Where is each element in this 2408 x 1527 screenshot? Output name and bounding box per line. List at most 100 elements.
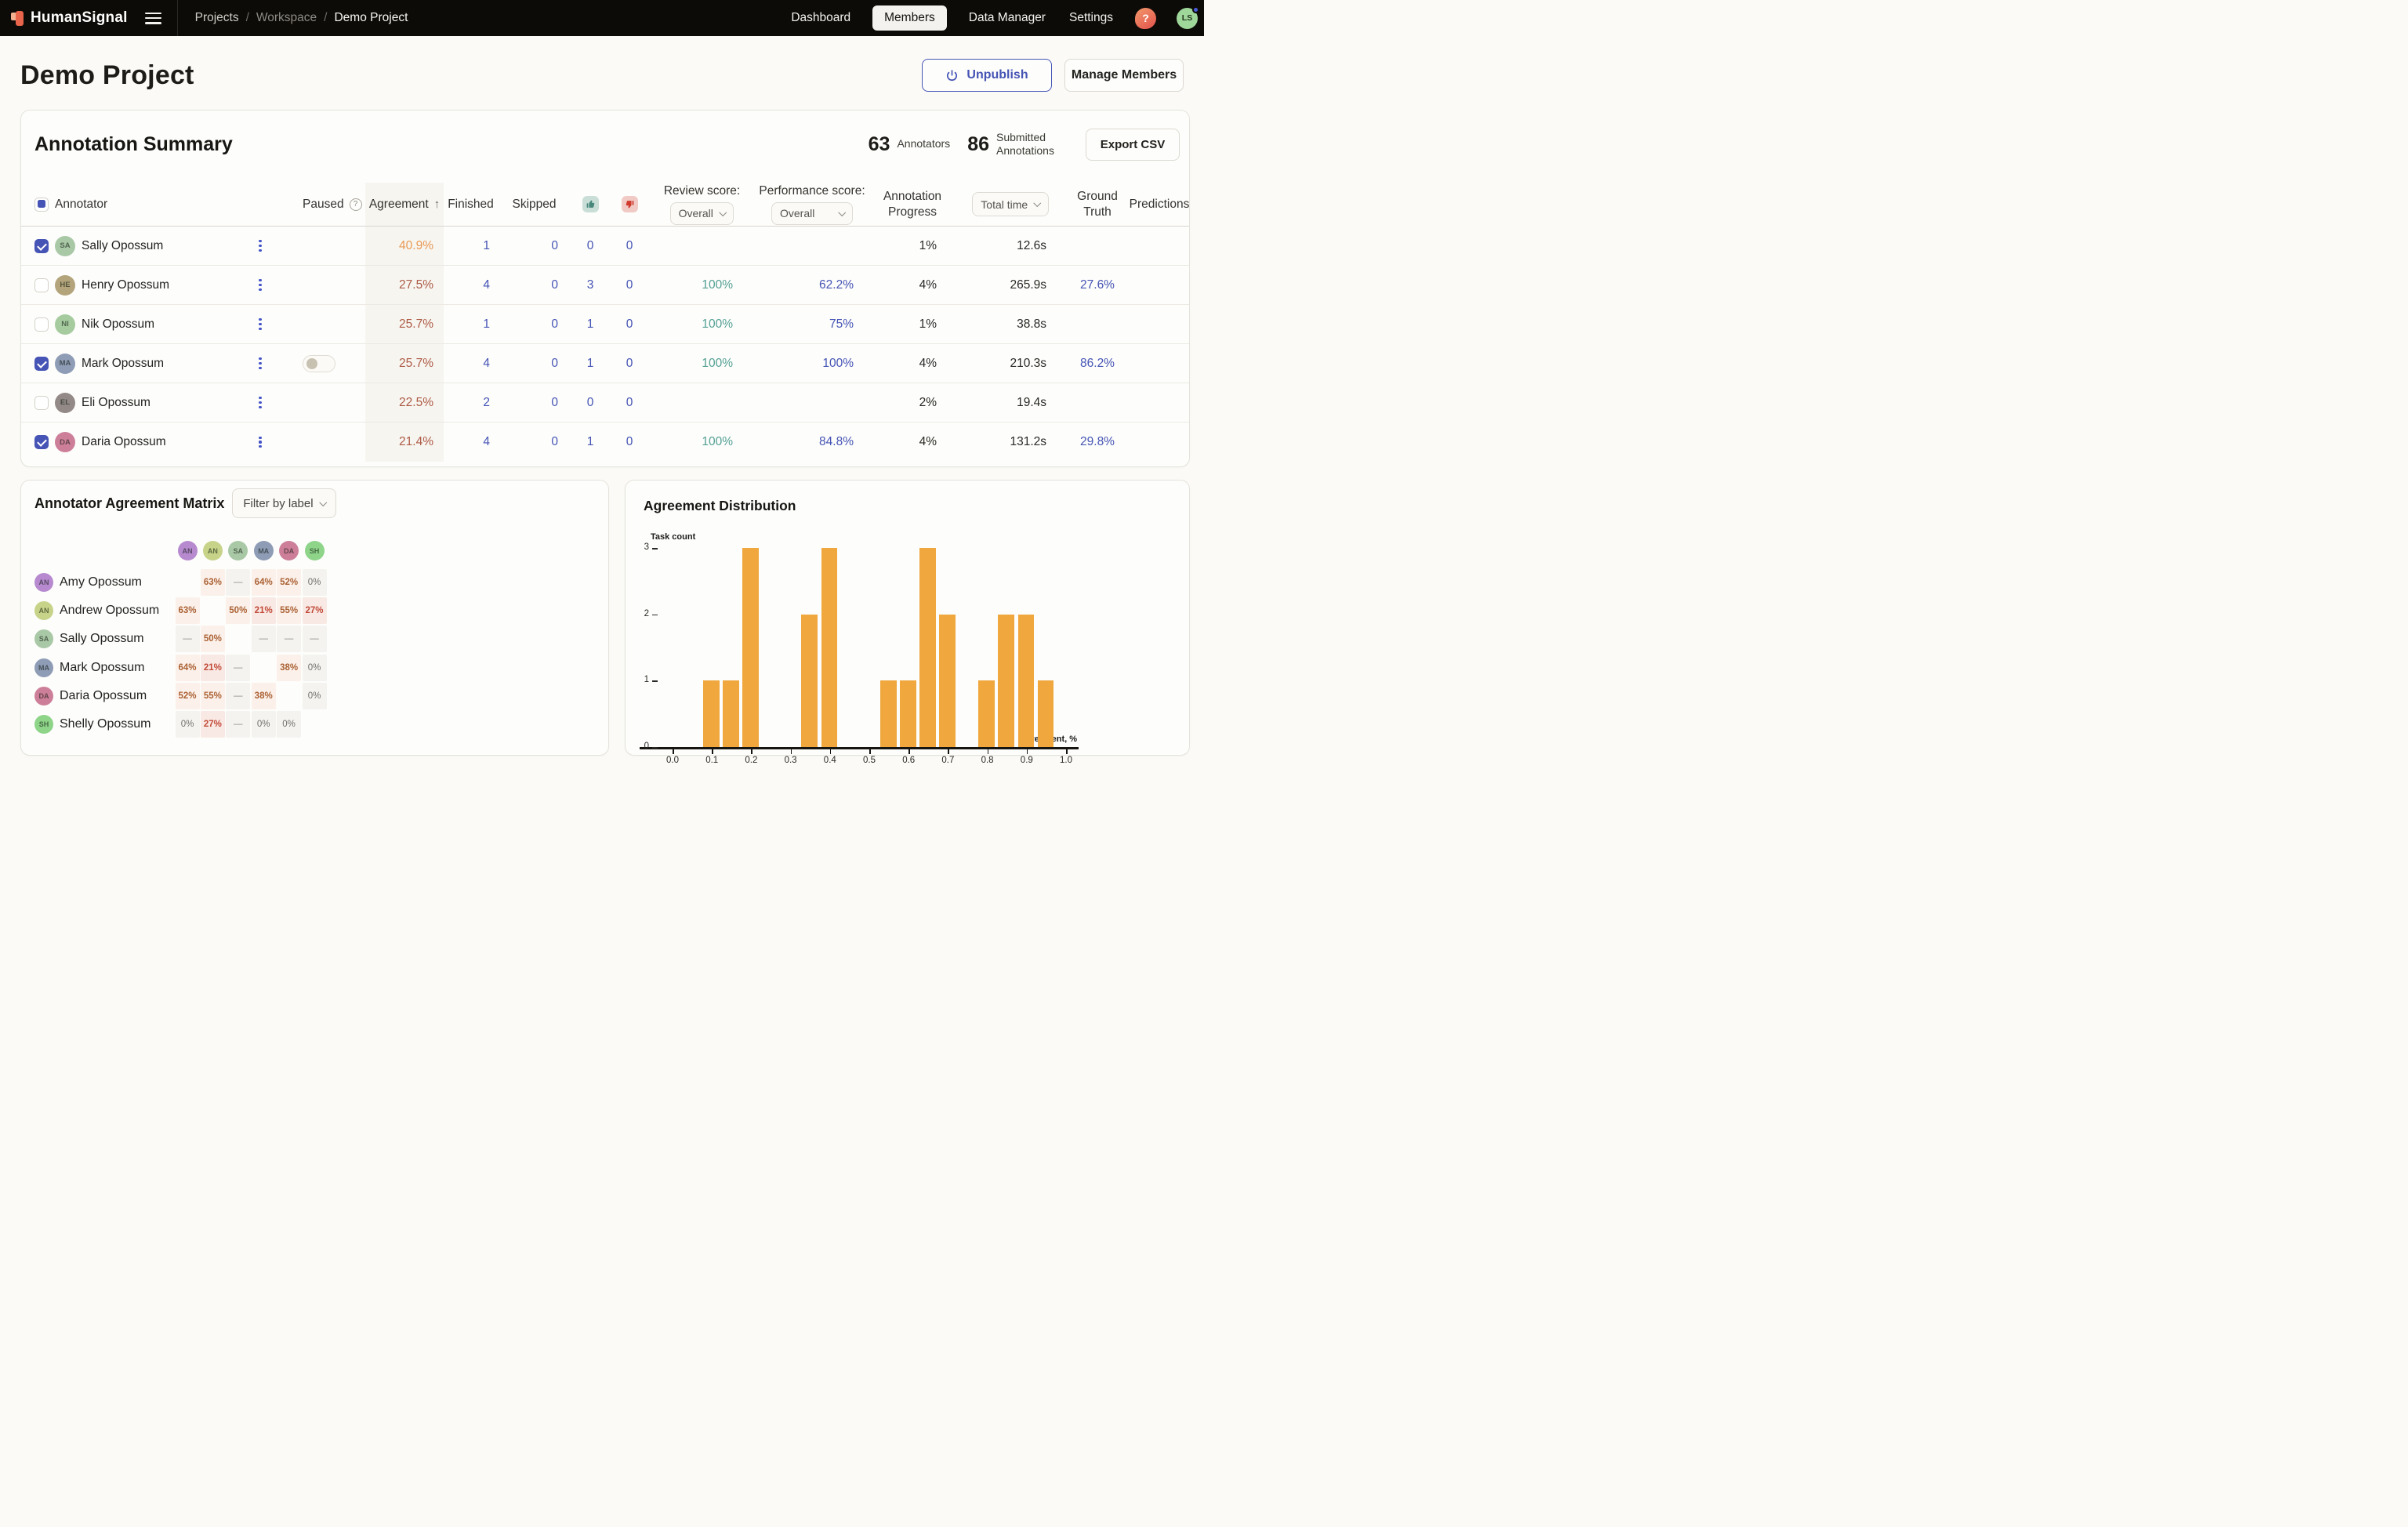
chart-x-tick-label: 1.0	[1053, 756, 1079, 765]
total-time-value: 131.2s	[1010, 435, 1046, 449]
chart-bar	[880, 680, 897, 747]
question-circle-icon[interactable]: ?	[350, 198, 362, 211]
matrix-cell: 21%	[252, 597, 276, 624]
agreement-value: 25.7%	[399, 357, 433, 371]
humansignal-logo[interactable]: HumanSignal	[11, 9, 128, 27]
row-checkbox[interactable]	[34, 396, 49, 410]
rejected-column-header[interactable]	[610, 183, 649, 226]
annotator-cell: SASally Opossum	[21, 227, 292, 265]
kebab-menu-icon[interactable]	[255, 396, 266, 410]
agreement-value: 27.5%	[399, 278, 433, 292]
row-checkbox[interactable]	[34, 278, 49, 292]
annotator-row: DADaria Opossum21.4%4010100%84.8%4%131.2…	[21, 423, 1189, 462]
annotation-progress-value: 4%	[919, 357, 937, 371]
matrix-row-name: Andrew Opossum	[60, 604, 159, 618]
agreement-matrix-grid: ANANSAMADASHANAmy Opossum63%—64%52%0%ANA…	[21, 481, 608, 755]
annotators-count: 63	[869, 133, 890, 156]
kebab-menu-icon[interactable]	[255, 239, 266, 253]
skipped-cell-value: 0	[551, 317, 558, 332]
review-score-value: 100%	[702, 357, 733, 371]
matrix-cell: 63%	[201, 569, 225, 596]
total-time-cell: 38.8s	[956, 305, 1065, 343]
agreement-distribution-chart: Task count Agreement, % 01230.00.10.20.3…	[626, 481, 1189, 755]
kebab-menu-icon[interactable]	[255, 317, 266, 332]
matrix-cell: 0%	[277, 711, 301, 738]
user-avatar-initials: LS	[1182, 13, 1192, 23]
summary-header: Annotation Summary 63 Annotators 86 Subm…	[21, 111, 1189, 162]
annotator-avatar: DA	[55, 432, 75, 452]
total-time-cell: 12.6s	[956, 227, 1065, 265]
agreement-column-header[interactable]: Agreement ↑	[365, 183, 444, 226]
matrix-row-name: Daria Opossum	[60, 689, 147, 703]
chart-y-tick-label: 0	[633, 742, 649, 751]
annotator-cell: NINik Opossum	[21, 305, 292, 343]
chart-x-tick-label: 0.6	[895, 756, 922, 765]
chart-x-tick-mark	[751, 749, 752, 754]
annotators-stat: 63 Annotators	[869, 133, 951, 156]
submitted-annotations-label: Submitted Annotations	[996, 131, 1068, 158]
pause-toggle[interactable]	[303, 355, 335, 372]
unpublish-button-label: Unpublish	[966, 68, 1028, 82]
skipped-column-header[interactable]: Skipped	[502, 183, 571, 226]
agreement-cell: 22.5%	[365, 383, 444, 422]
row-checkbox[interactable]	[34, 357, 49, 371]
agreement-column-label: Agreement	[369, 198, 429, 212]
accepted-cell: 1	[571, 423, 610, 462]
row-checkbox[interactable]	[34, 435, 49, 449]
top-navigation: Dashboard Members Data Manager Settings	[789, 5, 1115, 31]
annotation-progress-column-header: Annotation Progress	[869, 183, 956, 226]
matrix-cell: 50%	[201, 626, 225, 652]
total-time-select[interactable]: Total time	[972, 192, 1048, 216]
chart-x-tick-label: 0.5	[856, 756, 883, 765]
chart-y-tick-label: 2	[633, 609, 649, 618]
export-csv-button[interactable]: Export CSV	[1086, 129, 1180, 161]
nav-data-manager[interactable]: Data Manager	[967, 5, 1047, 31]
breadcrumb-workspace[interactable]: Workspace	[256, 11, 317, 25]
unpublish-button[interactable]: Unpublish	[922, 59, 1052, 92]
paused-cell	[292, 266, 365, 304]
review-score-select[interactable]: Overall	[670, 202, 734, 225]
manage-members-button[interactable]: Manage Members	[1064, 59, 1184, 92]
kebab-menu-icon[interactable]	[255, 357, 266, 371]
accepted-column-header[interactable]	[571, 183, 610, 226]
summary-stats: 63 Annotators 86 Submitted Annotations E…	[869, 129, 1180, 161]
predictions-cell	[1130, 227, 1189, 265]
ground-truth-label: Ground Truth	[1073, 189, 1122, 219]
select-all-checkbox[interactable]	[34, 198, 49, 212]
performance-score-cell: 100%	[755, 344, 869, 383]
nav-dashboard[interactable]: Dashboard	[789, 5, 852, 31]
ground-truth-cell: 27.6%	[1065, 266, 1130, 304]
kebab-menu-icon[interactable]	[255, 278, 266, 292]
nav-members[interactable]: Members	[872, 5, 947, 31]
annotation-progress-value: 1%	[919, 317, 937, 332]
performance-score-value: 75%	[829, 317, 854, 332]
help-icon[interactable]: ?	[1135, 8, 1156, 29]
kebab-menu-icon[interactable]	[255, 435, 266, 449]
nav-settings[interactable]: Settings	[1068, 5, 1115, 31]
predictions-cell	[1130, 305, 1189, 343]
hamburger-menu-icon[interactable]	[145, 13, 161, 24]
matrix-cell: 0%	[303, 683, 327, 709]
annotator-name: Eli Opossum	[82, 396, 150, 410]
skipped-cell: 0	[502, 305, 571, 343]
performance-score-select[interactable]: Overall	[771, 202, 853, 225]
matrix-cell: 63%	[176, 597, 200, 624]
topbar-right: Dashboard Members Data Manager Settings ? L…	[789, 5, 1204, 31]
row-checkbox[interactable]	[34, 317, 49, 332]
chevron-down-icon	[720, 209, 727, 216]
row-checkbox[interactable]	[34, 239, 49, 253]
user-avatar[interactable]: LS	[1177, 8, 1198, 29]
matrix-cell	[303, 711, 327, 738]
performance-score-cell: 75%	[755, 305, 869, 343]
paused-column-header: Paused ?	[292, 183, 365, 226]
breadcrumb-projects[interactable]: Projects	[195, 11, 239, 25]
annotator-row: NINik Opossum25.7%1010100%75%1%38.8s	[21, 305, 1189, 344]
matrix-cell: 0%	[176, 711, 200, 738]
finished-column-header[interactable]: Finished	[444, 183, 502, 226]
chart-x-tick-mark	[908, 749, 910, 754]
submitted-annotations-count: 86	[967, 133, 989, 156]
annotator-name: Henry Opossum	[82, 278, 169, 292]
accepted-cell-value: 0	[587, 396, 594, 410]
annotator-agreement-matrix-card: Annotator Agreement Matrix Filter by lab…	[20, 480, 609, 756]
matrix-column-avatar: MA	[254, 541, 274, 560]
